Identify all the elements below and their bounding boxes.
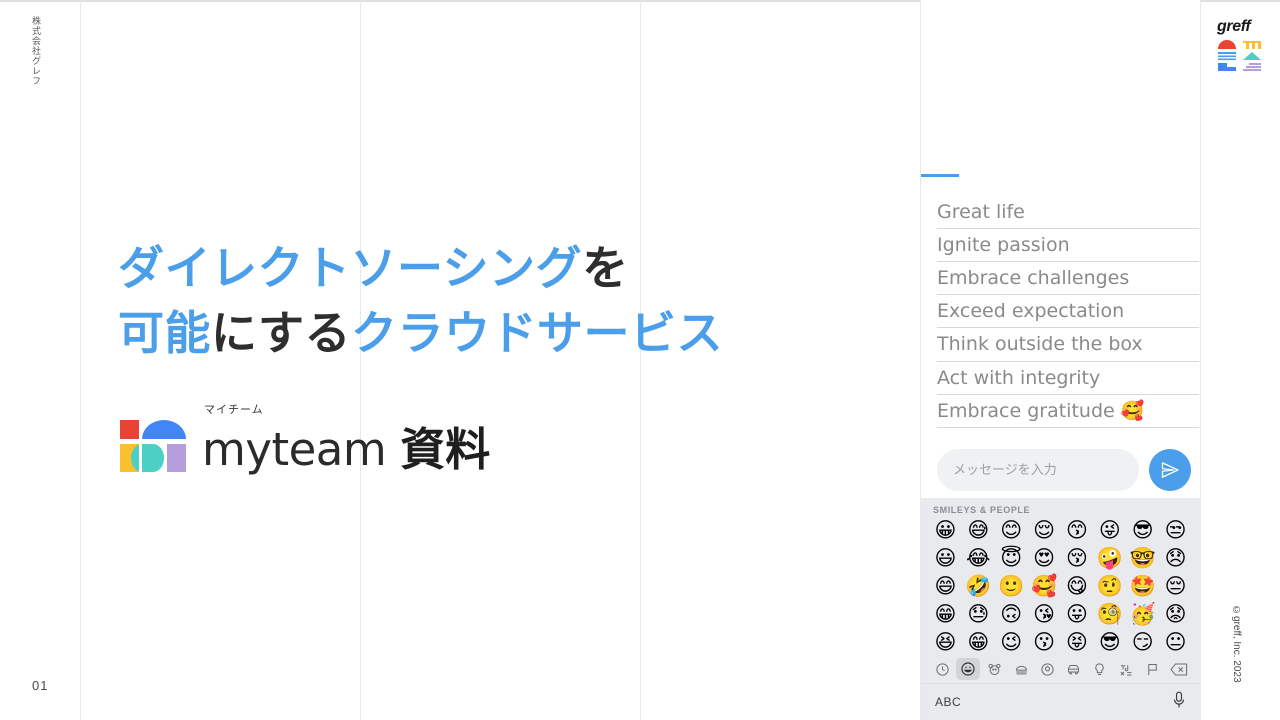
myteam-wordmark: myteam [202,423,387,476]
emoji-button[interactable]: 😙 [1061,518,1094,542]
emoji-button[interactable]: 😗 [1028,630,1061,654]
emoji-button[interactable]: 🤓 [1126,546,1159,570]
emoji-button[interactable]: 😟 [1159,602,1192,626]
emoji-button[interactable]: 🙃 [995,602,1028,626]
emoji-button[interactable]: 😎 [1093,630,1126,654]
greff-logomark-icon [1218,40,1261,71]
headline-line2-emphasis-b: クラウドサービス [350,306,723,361]
emoji-button[interactable]: 😛 [1061,602,1094,626]
emoji-button[interactable]: 🧐 [1093,602,1126,626]
chat-panel: Great life Ignite passion Embrace challe… [921,0,1200,720]
list-item: Ignite passion [937,229,1199,263]
emoji-button[interactable]: 🙂 [995,574,1028,598]
emoji-button[interactable]: 🤪 [1093,546,1126,570]
headline-line-1: ダイレクトソーシングを [118,236,723,301]
emoji-button[interactable]: 😉 [995,630,1028,654]
greff-wordmark: greff [1217,18,1251,35]
travel-icon[interactable] [1062,658,1086,680]
list-item: Embrace gratitude 🥰 [937,395,1199,428]
emoji-button[interactable]: 🤩 [1126,574,1159,598]
headline-line1-tail: を [582,241,629,295]
emoji-keyboard: SMILEYS & PEOPLE 😀 😅 😊 😌 😙 😜 😎 😒 😃 😂 😇 😍… [921,498,1200,720]
emoji-button[interactable]: 😏 [1126,630,1159,654]
emoji-button[interactable]: 😞 [1159,546,1192,570]
emoji-category-toolbar [921,654,1200,684]
emoji-button[interactable]: 😃 [929,546,962,570]
animals-icon[interactable] [983,658,1007,680]
myteam-text-block: マイチーム myteam 資料 [202,403,490,474]
emoji-button[interactable]: 😄 [929,574,962,598]
values-list: Great life Ignite passion Embrace challe… [937,196,1199,428]
grid-line-5 [1200,0,1201,720]
emoji-button[interactable]: 🥳 [1126,602,1159,626]
emoji-button[interactable]: 🥰 [1028,574,1061,598]
send-button[interactable] [1149,449,1191,491]
headline-line2-mid: にする [211,306,351,361]
myteam-furigana: マイチーム [204,403,264,416]
headline-line-2: 可能にするクラウドサービス [118,301,723,366]
emoji-button[interactable]: 😒 [1159,518,1192,542]
emoji-button[interactable]: 😇 [995,546,1028,570]
emoji-button[interactable]: 😌 [1028,518,1061,542]
emoji-grid: 😀 😅 😊 😌 😙 😜 😎 😒 😃 😂 😇 😍 😚 🤪 🤓 😞 😄 🤣 🙂 🥰 … [921,518,1200,654]
list-item: Exceed expectation [937,295,1199,329]
headline-line2-emphasis-a: 可能 [118,306,211,361]
keyboard-bottom-row: ABC [921,684,1200,720]
smileys-icon[interactable] [956,658,981,680]
emoji-button[interactable]: 😊 [995,518,1028,542]
emoji-button[interactable]: 😁 [929,602,962,626]
company-name-vertical: 株式会社グレフ [31,16,41,86]
activity-icon[interactable] [1035,658,1059,680]
page-title: ダイレクトソーシングを 可能にするクラウドサービス [118,236,723,367]
product-logo-lockup: マイチーム myteam 資料 [118,403,490,474]
greff-logo: greff [1216,18,1268,73]
slide-canvas: 株式会社グレフ 01 ©greff, Inc. 2023 greff ダイレクト… [0,0,1280,720]
emoji-button[interactable]: 🤨 [1093,574,1126,598]
recent-icon[interactable] [930,658,954,680]
emoji-button[interactable]: 😘 [1028,602,1061,626]
myteam-logomark-icon [120,420,186,472]
emoji-button[interactable]: 😎 [1126,518,1159,542]
abc-key[interactable]: ABC [935,695,961,709]
emoji-section-title: SMILEYS & PEOPLE [933,505,1031,515]
emoji-button[interactable]: 😜 [1093,518,1126,542]
objects-icon[interactable] [1088,658,1112,680]
emoji-button[interactable]: 😝 [1061,630,1094,654]
emoji-button[interactable]: 😁 [962,630,995,654]
microphone-icon[interactable] [1172,691,1186,714]
emoji-button[interactable]: 😐 [1159,630,1192,654]
flags-icon[interactable] [1141,658,1165,680]
food-icon[interactable] [1009,658,1033,680]
myteam-suffix: 資料 [400,423,491,476]
grid-line-1 [80,0,81,720]
list-item: Embrace challenges [937,262,1199,296]
message-compose-row [921,448,1200,492]
emoji-button[interactable]: 😂 [962,546,995,570]
emoji-button[interactable]: 😓 [962,602,995,626]
emoji-button[interactable]: 😀 [929,518,962,542]
symbols-icon[interactable] [1114,658,1138,680]
emoji-button[interactable]: 😍 [1028,546,1061,570]
list-item: Think outside the box [937,328,1199,362]
emoji-button[interactable]: 🤣 [962,574,995,598]
emoji-button[interactable]: 😆 [929,630,962,654]
copyright-notice: ©greff, Inc. 2023 [1231,605,1242,683]
emoji-button[interactable]: 😋 [1061,574,1094,598]
list-item: Act with integrity [937,362,1199,395]
emoji-button[interactable]: 😚 [1061,546,1094,570]
accent-rule [921,174,959,177]
backspace-icon[interactable] [1167,658,1191,680]
page-number: 01 [32,678,49,693]
paper-plane-icon [1161,462,1179,478]
headline-line1-emphasis: ダイレクトソーシング [118,241,583,295]
list-item: Great life [937,196,1199,230]
message-input[interactable] [937,449,1139,491]
emoji-button[interactable]: 😅 [962,518,995,542]
emoji-button[interactable]: 😔 [1159,574,1192,598]
